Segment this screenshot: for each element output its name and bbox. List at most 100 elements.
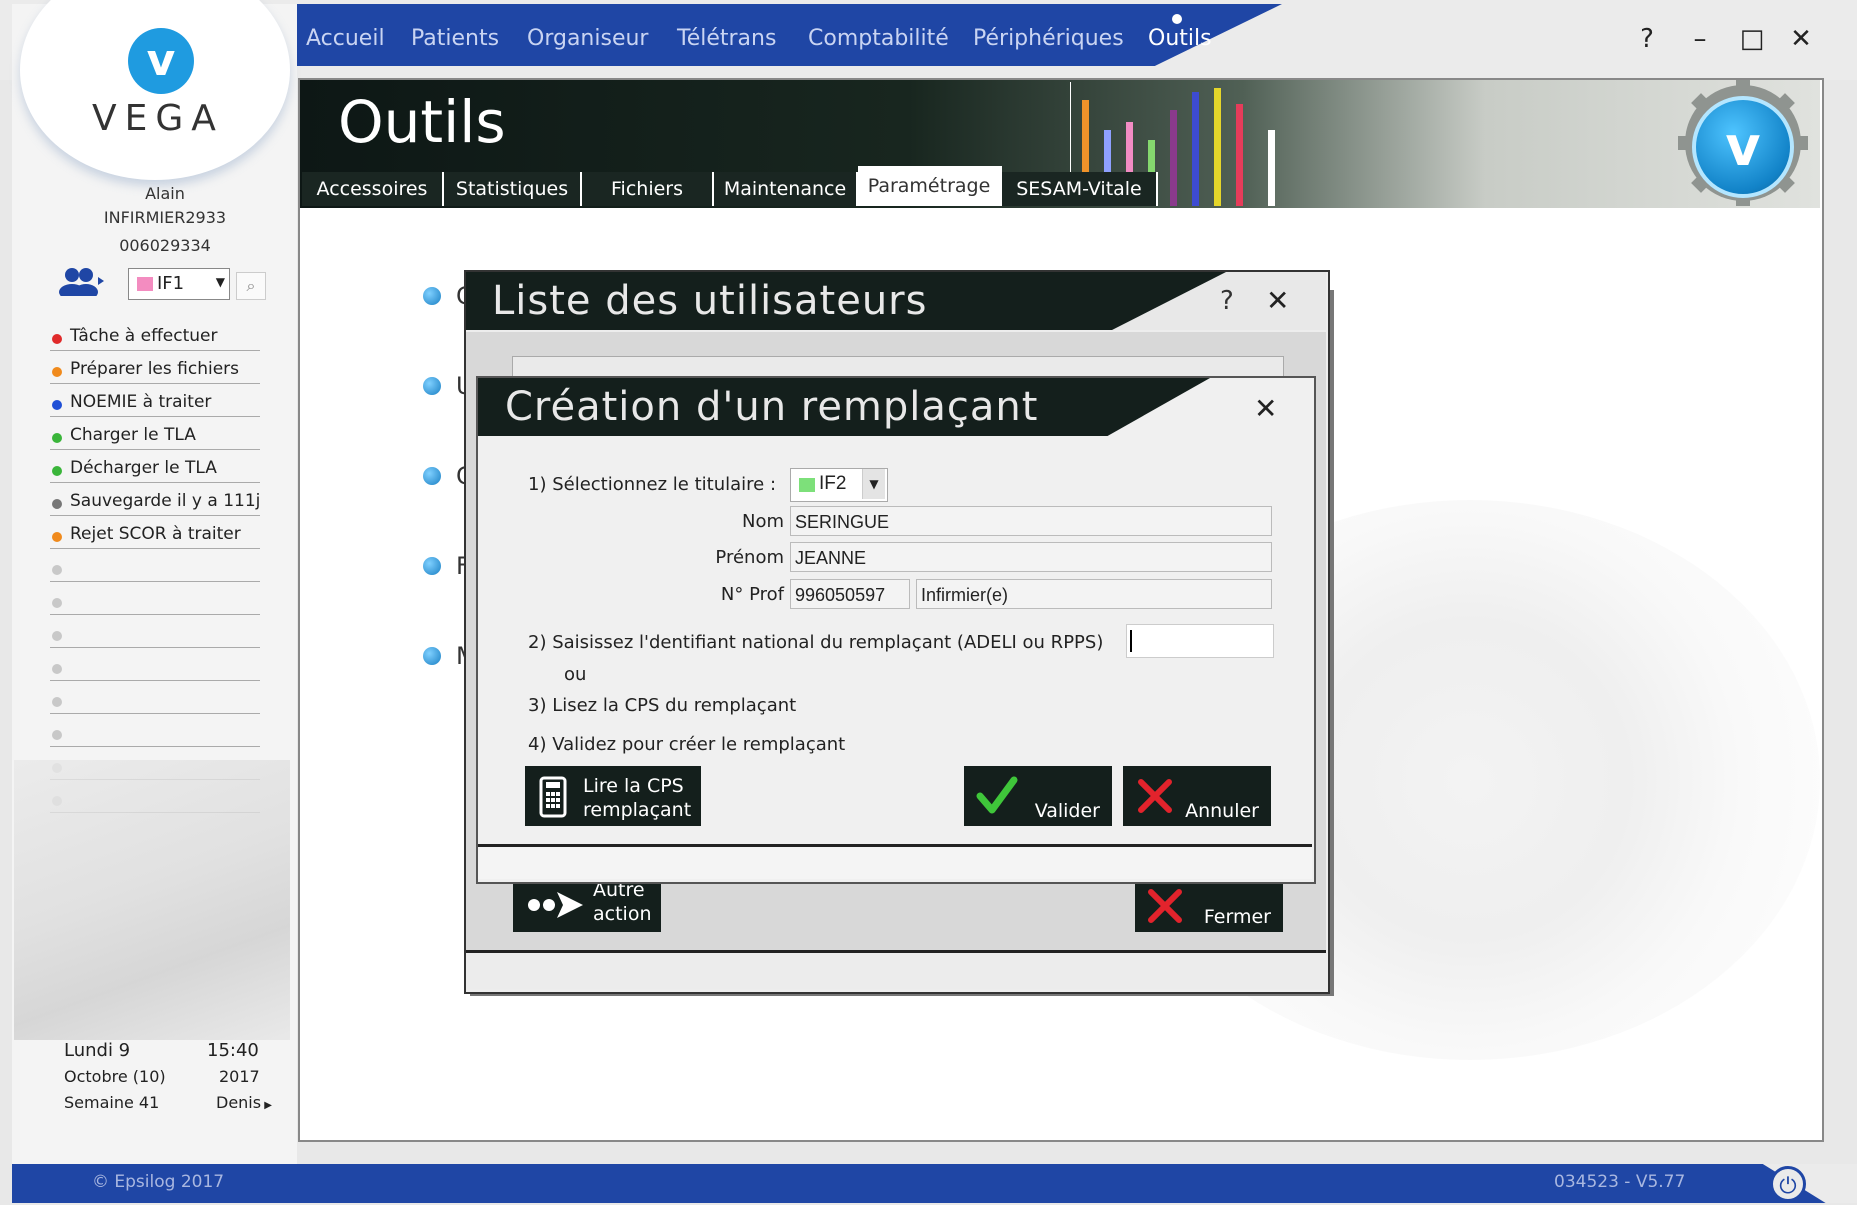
close-x-icon [1138, 779, 1172, 813]
date-week: Semaine 41 [64, 1093, 160, 1112]
empty-dot-icon [52, 664, 62, 674]
other-action-button[interactable]: Autre action [513, 876, 661, 932]
list-bullet-icon [423, 467, 441, 485]
profession-field[interactable]: Infirmier(e) [916, 579, 1272, 609]
nom-label: Nom [741, 511, 784, 532]
tab-maintenance[interactable]: Maintenance [714, 172, 858, 206]
tab-fichiers[interactable]: Fichiers [582, 172, 714, 206]
date-saint[interactable]: Denis ▶ [216, 1093, 272, 1112]
list-bullet-icon [423, 287, 441, 305]
users-dialog-title: Liste des utilisateurs [492, 278, 928, 324]
read-cps-button[interactable]: Lire la CPS remplaçant [525, 766, 701, 826]
minimize-button[interactable]: – [1685, 24, 1715, 54]
task-item[interactable]: NOEMIE à traiter [50, 392, 260, 417]
cancel-label: Annuler [1185, 800, 1259, 822]
task-item[interactable]: Préparer les fichiers [50, 359, 260, 384]
copyright-text: © Epsilog 2017 [92, 1172, 225, 1192]
empty-task-slot [50, 722, 260, 747]
adeli-rpps-input[interactable] [1126, 624, 1274, 658]
task-item[interactable]: Charger le TLA [50, 425, 260, 450]
empty-task-slot [50, 623, 260, 648]
empty-dot-icon [52, 565, 62, 575]
task-label: Sauvegarde il y a 111j [70, 491, 261, 511]
nprof-field[interactable]: 996050597 [790, 579, 910, 609]
tab-statistiques[interactable]: Statistiques [444, 172, 582, 206]
nav-teletrans[interactable]: Télétrans [677, 26, 776, 51]
orange-status-dot-icon [52, 532, 62, 542]
step2-label: 2) Saisissez l'dentifiant national du re… [528, 632, 1104, 653]
power-icon[interactable]: ⏻ [1770, 1166, 1806, 1202]
empty-task-slot [50, 656, 260, 681]
chevron-down-icon: ▼ [215, 275, 225, 289]
nav-comptabilite[interactable]: Comptabilité [808, 26, 949, 51]
empty-dot-icon [52, 598, 62, 608]
nav-accueil[interactable]: Accueil [306, 26, 385, 51]
task-label: Préparer les fichiers [70, 359, 240, 379]
step1-label: 1) Sélectionnez le titulaire : [528, 474, 777, 495]
date-year: 2017 [219, 1067, 260, 1086]
user-first-name: Alain [145, 184, 185, 203]
create-dialog-status-bar [478, 847, 1312, 879]
user-login: INFIRMIER2933 [103, 208, 227, 227]
user-number: 006029334 [119, 236, 211, 255]
nprof-label: N° Prof [720, 584, 784, 605]
tab-parametrage[interactable]: Paramétrage [858, 166, 1002, 206]
blue-status-dot-icon [52, 400, 62, 410]
task-label: Charger le TLA [70, 425, 196, 445]
maximize-button[interactable]: □ [1737, 24, 1767, 54]
nav-patients[interactable]: Patients [411, 26, 499, 51]
validate-button[interactable]: Valider [964, 766, 1112, 826]
search-icon[interactable]: ⌕ [236, 272, 266, 300]
empty-dot-icon [52, 697, 62, 707]
vega-logo-icon: v [128, 28, 194, 94]
prenom-field[interactable]: JEANNE [790, 542, 1272, 572]
users-dialog-close-button[interactable]: ✕ [1266, 284, 1289, 317]
tab-sesam-vitale[interactable]: SESAM-Vitale [1002, 172, 1158, 206]
read-cps-label: Lire la CPS remplaçant [583, 775, 692, 821]
task-item[interactable]: Rejet SCOR à traiter [50, 524, 260, 549]
empty-task-slot [50, 557, 260, 582]
task-label: Rejet SCOR à traiter [70, 524, 241, 544]
titulaire-color-swatch [799, 478, 815, 492]
task-label: Décharger le TLA [70, 458, 217, 478]
version-text: 034523 - V5.77 [1554, 1172, 1686, 1192]
nav-organiseur[interactable]: Organiseur [527, 26, 648, 51]
logo-text: VEGA [92, 98, 224, 139]
users-icon[interactable] [58, 266, 106, 296]
list-bullet-icon [423, 557, 441, 575]
prenom-label: Prénom [715, 547, 784, 568]
close-dialog-button[interactable]: Fermer [1135, 884, 1283, 932]
decorative-sketch-image [14, 760, 290, 1040]
date-day: Lundi 9 [64, 1040, 131, 1061]
task-item[interactable]: Tâche à effectuer [50, 326, 260, 351]
nav-outils[interactable]: Outils [1148, 26, 1212, 51]
vega-badge-icon: v [1692, 96, 1794, 198]
empty-task-slot [50, 689, 260, 714]
nom-field[interactable]: SERINGUE [790, 506, 1272, 536]
list-bullet-icon [423, 647, 441, 665]
step4-label: 4) Validez pour créer le remplaçant [528, 734, 846, 755]
task-label: Tâche à effectuer [70, 326, 218, 346]
tab-accessoires[interactable]: Accessoires [302, 172, 444, 206]
empty-task-slot [50, 590, 260, 615]
green-status-dot-icon [52, 433, 62, 443]
task-item[interactable]: Décharger le TLA [50, 458, 260, 483]
nav-peripheriques[interactable]: Périphériques [973, 26, 1124, 51]
titulaire-value: IF2 [819, 473, 847, 494]
user-select[interactable]: IF1 ▼ [128, 268, 230, 300]
create-dialog-close-button[interactable]: ✕ [1254, 392, 1277, 425]
green-status-dot-icon [52, 466, 62, 476]
text-cursor [1130, 630, 1132, 652]
red-status-dot-icon [52, 334, 62, 344]
titulaire-select[interactable]: IF2 ▼ [790, 468, 888, 502]
arrow-right-icon: ▶ [261, 1100, 272, 1111]
task-item[interactable]: Sauvegarde il y a 111j [50, 491, 260, 516]
close-window-button[interactable]: ✕ [1786, 24, 1816, 54]
task-label: NOEMIE à traiter [70, 392, 212, 412]
users-dialog-status-bar [466, 953, 1326, 989]
validate-label: Valider [1034, 800, 1100, 822]
help-button[interactable]: ? [1632, 24, 1662, 54]
date-month: Octobre (10) [64, 1067, 166, 1086]
users-dialog-help-button[interactable]: ? [1220, 286, 1234, 316]
cancel-button[interactable]: Annuler [1123, 766, 1271, 826]
